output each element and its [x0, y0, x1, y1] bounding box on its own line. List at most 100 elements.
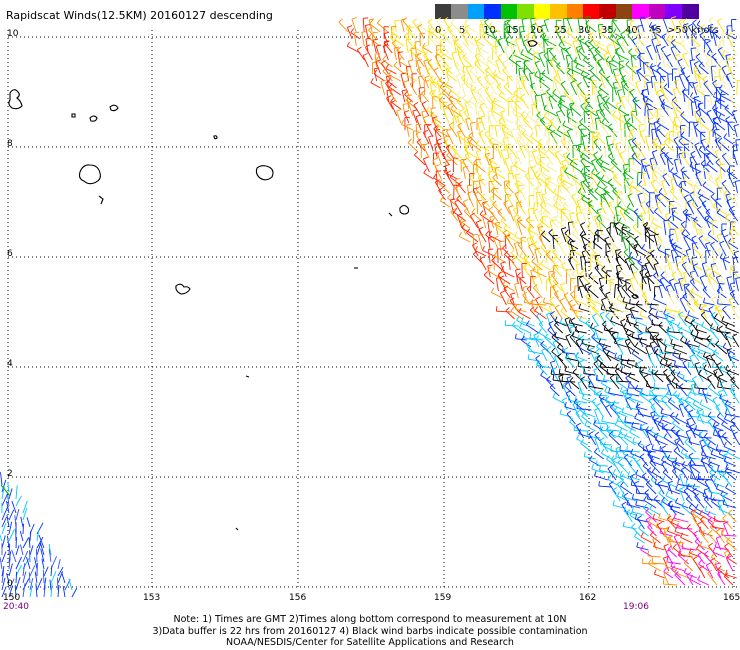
- wind-barb-flag: [633, 208, 639, 213]
- wind-barb-flag: [520, 187, 526, 191]
- wind-barb-flag: [494, 40, 501, 42]
- wind-barb-flag: [570, 317, 576, 321]
- wind-barb-flag: [710, 241, 715, 245]
- wind-barb: [402, 104, 406, 117]
- wind-barb-flag: [677, 522, 679, 528]
- wind-barb-flag: [485, 230, 490, 236]
- wind-barb-flag: [706, 562, 711, 566]
- wind-barb-flag: [338, 18, 343, 23]
- wind-barb: [442, 109, 450, 124]
- wind-barb-flag: [721, 50, 725, 56]
- wind-barb-flag: [598, 83, 603, 88]
- wind-barb: [679, 298, 688, 313]
- wind-barb-flag: [638, 123, 644, 126]
- wind-barb-flag: [653, 495, 659, 500]
- wind-barb-flag: [450, 104, 455, 110]
- wind-barb: [605, 293, 611, 306]
- wind-barb: [644, 104, 646, 117]
- wind-barb-flag: [504, 31, 510, 34]
- wind-barb: [673, 159, 678, 173]
- wind-barb-flag: [600, 161, 604, 166]
- wind-barb-flag: [646, 81, 652, 84]
- wind-barb-flag: [403, 80, 409, 83]
- wind-barb: [618, 195, 627, 208]
- wind-barb-flag: [570, 290, 575, 295]
- wind-barb: [480, 117, 486, 131]
- wind-barb: [353, 32, 357, 47]
- lat-label-8: 8: [7, 139, 13, 149]
- wind-barb-flag: [588, 24, 594, 27]
- wind-barb-flag: [567, 238, 571, 244]
- lat-label-4: 4: [7, 359, 13, 369]
- wind-barb-flag: [675, 75, 681, 78]
- wind-barb: [0, 533, 3, 542]
- wind-barb-flag: [551, 347, 556, 352]
- wind-barb: [653, 546, 665, 551]
- wind-barb: [609, 279, 611, 292]
- wind-barb: [586, 226, 595, 236]
- wind-barb: [575, 425, 584, 439]
- wind-barb-flag: [616, 37, 622, 41]
- wind-barb: [541, 234, 551, 243]
- wind-barb: [636, 546, 649, 551]
- wind-barb-flag: [492, 173, 497, 179]
- wind-barb: [570, 95, 578, 110]
- wind-barb-flag: [470, 81, 476, 84]
- wind-barb: [629, 279, 635, 292]
- wind-barb-flag: [732, 54, 738, 57]
- wind-barb-flag: [653, 81, 660, 84]
- wind-barb-flag: [640, 158, 646, 161]
- wind-barb: [393, 65, 405, 75]
- wind-barb: [362, 55, 369, 68]
- wind-barb-flag: [658, 187, 663, 193]
- wind-barb-flag: [685, 429, 691, 433]
- wind-barb: [430, 108, 434, 124]
- wind-barb-flag: [606, 135, 612, 138]
- wind-barb: [428, 136, 434, 152]
- wind-barb-flag: [525, 140, 530, 146]
- wind-barb: [504, 47, 509, 61]
- wind-barb-flag: [723, 414, 728, 420]
- wind-barb-flag: [722, 185, 728, 188]
- wind-barb-flag: [560, 80, 566, 85]
- wind-barb-flag: [681, 501, 686, 507]
- wind-barb: [569, 213, 575, 229]
- wind-barb-flag: [646, 494, 649, 500]
- wind-barb: [520, 96, 530, 110]
- wind-barb: [664, 155, 674, 166]
- wind-barb-flag: [394, 35, 398, 40]
- wind-barb: [405, 74, 417, 82]
- wind-barb-flag: [717, 382, 719, 388]
- wind-barb-flag: [458, 108, 464, 112]
- wind-barb-flag: [418, 75, 424, 78]
- wind-barb: [603, 277, 615, 285]
- wind-barb-flag: [705, 59, 711, 64]
- wind-barb: [637, 331, 651, 334]
- wind-barb: [695, 429, 708, 432]
- island-outline: [175, 283, 191, 295]
- wind-barb-flag: [532, 276, 538, 280]
- island-outline: [235, 527, 239, 531]
- wind-barb: [515, 39, 521, 54]
- wind-barb-flag: [415, 114, 421, 118]
- wind-barb-flag: [659, 115, 665, 118]
- wind-barb: [732, 257, 735, 271]
- wind-barb-flag: [718, 374, 724, 377]
- wind-barb-flag: [347, 25, 353, 28]
- wind-barb: [361, 32, 365, 47]
- wind-barb-flag: [582, 135, 588, 137]
- wind-barb: [390, 102, 398, 117]
- wind-barb-flag: [430, 107, 436, 109]
- island-outline: [71, 113, 76, 118]
- wind-barb: [422, 158, 430, 173]
- wind-barb: [663, 220, 667, 236]
- wind-barb: [650, 430, 664, 439]
- wind-barb: [68, 578, 73, 591]
- wind-barb: [598, 87, 609, 96]
- wind-barb-flag: [722, 432, 727, 437]
- wind-barb-flag: [651, 24, 657, 27]
- wind-barb-flag: [688, 23, 693, 27]
- wind-barb-flag: [679, 487, 685, 490]
- wind-barb-flag: [667, 480, 673, 484]
- time-label-left: 20:40: [3, 602, 29, 612]
